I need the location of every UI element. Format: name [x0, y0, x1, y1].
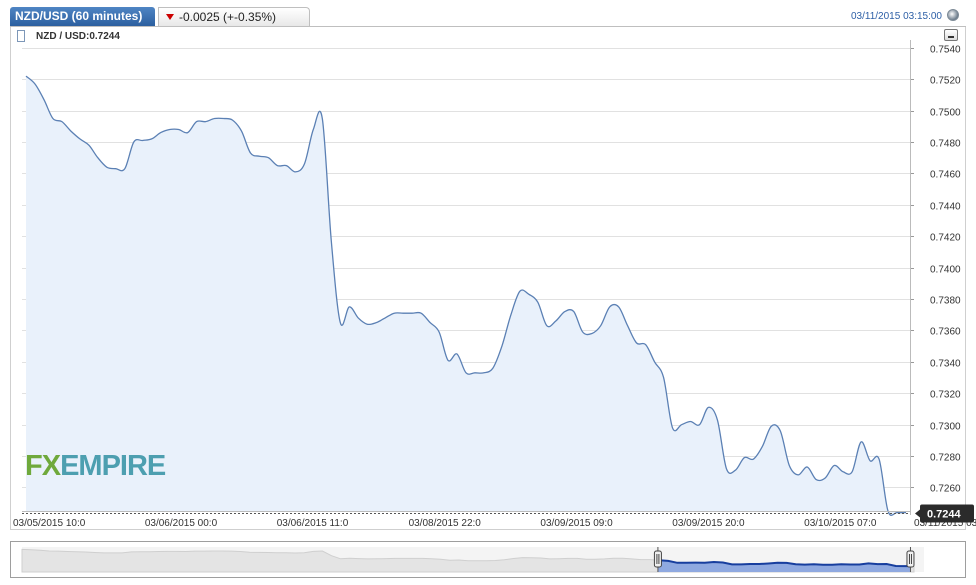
- y-tick-label: 0.7380: [930, 296, 961, 307]
- navigator[interactable]: [0, 540, 976, 585]
- navigator-left-handle[interactable]: [653, 550, 662, 568]
- y-tick-label: 0.7320: [930, 390, 961, 401]
- y-tick-label: 0.7540: [930, 45, 961, 56]
- x-axis: 03/05/2015 10:0 03/06/2015 00:0 03/06/2015…: [13, 511, 976, 529]
- x-tick-label: 03/09/2015 20:0: [672, 518, 745, 529]
- y-tick-label: 0.7300: [930, 422, 961, 433]
- x-tick-label: 03/06/2015 11:0: [277, 518, 349, 529]
- fxempire-logo: FXEMPIRE: [25, 450, 166, 482]
- y-tick-label: 0.7500: [930, 108, 961, 119]
- navigator-right-handle[interactable]: [906, 550, 915, 568]
- last-price-pointer: [915, 509, 920, 518]
- y-axis: 0.7540 0.7520 0.7500 0.7480 0.7460 0.7440 0.74…: [910, 40, 961, 515]
- last-price-badge: 0.7244: [915, 504, 974, 523]
- last-price-label: 0.7244: [927, 509, 962, 521]
- x-tick-label: 03/06/2015 00:0: [145, 518, 218, 529]
- y-tick-label: 0.7340: [930, 359, 961, 370]
- x-tick-label: 03/10/2015 07:0: [804, 518, 877, 529]
- y-tick-label: 0.7420: [930, 233, 961, 244]
- y-tick-label: 0.7360: [930, 327, 961, 338]
- y-tick-label: 0.7480: [930, 139, 961, 150]
- x-tick-label: 03/05/2015 10:0: [13, 518, 86, 529]
- y-tick-label: 0.7400: [930, 265, 961, 276]
- y-tick-label: 0.7260: [930, 484, 961, 495]
- y-tick-label: 0.7520: [930, 76, 961, 87]
- x-tick-label: 03/08/2015 22:0: [409, 518, 482, 529]
- y-tick-label: 0.7440: [930, 202, 961, 213]
- y-tick-label: 0.7460: [930, 170, 961, 181]
- x-tick-label: 03/09/2015 09:0: [540, 518, 613, 529]
- y-tick-label: 0.7280: [930, 453, 961, 464]
